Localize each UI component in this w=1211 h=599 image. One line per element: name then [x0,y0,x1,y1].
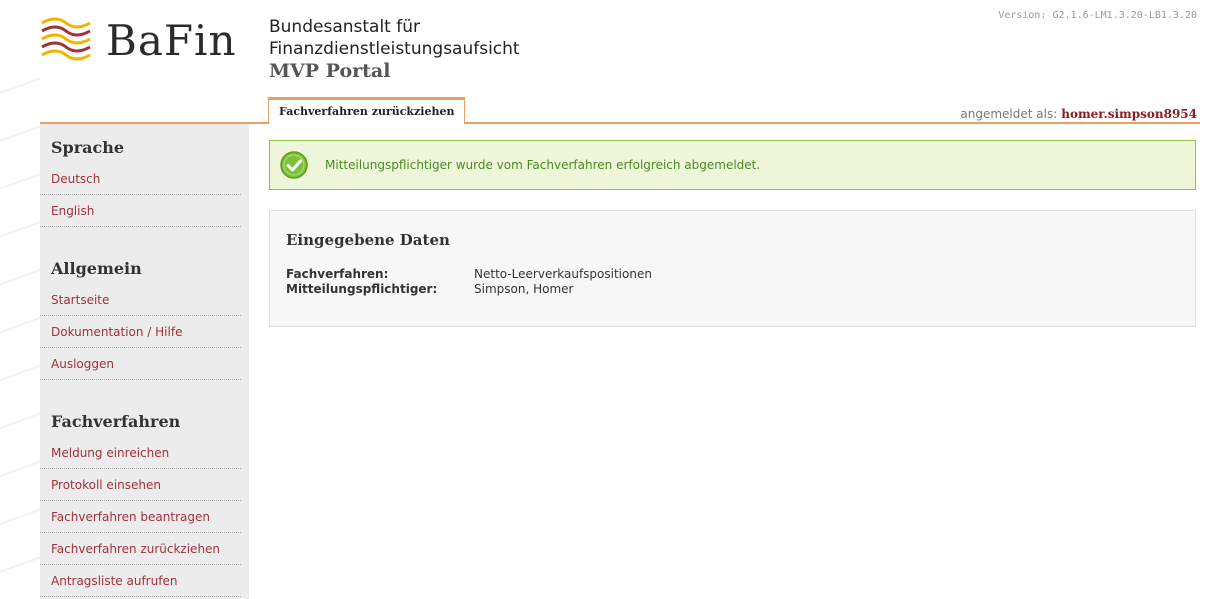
entered-data-panel: Eingegebene Daten Fachverfahren: Netto-L… [269,210,1196,327]
success-message-box: Mitteilungspflichtiger wurde vom Fachver… [269,140,1196,190]
data-row-mitteilungspflichtiger: Mitteilungspflichtiger: Simpson, Homer [286,282,573,296]
success-message-text: Mitteilungspflichtiger wurde vom Fachver… [325,158,761,172]
data-row-fachverfahren: Fachverfahren: Netto-Leerverkaufspositio… [286,267,652,281]
site-title: Bundesanstalt für Finanzdienstleistungsa… [269,16,520,82]
sidebar-item-ausloggen[interactable]: Ausloggen [40,348,241,380]
sidebar-item-fachverfahren-beantragen[interactable]: Fachverfahren beantragen [40,501,241,533]
sidebar-item-protokoll-einsehen[interactable]: Protokoll einsehen [40,469,241,501]
tab-active[interactable]: Fachverfahren zurückziehen [268,97,466,124]
sidebar-heading-allgemein: Allgemein [51,259,142,278]
check-circle-icon [280,151,308,179]
title-line-1: Bundesanstalt für [269,17,420,37]
title-line-2: Finanzdienstleistungsaufsicht [269,39,520,59]
data-value: Simpson, Homer [474,282,574,296]
data-label: Fachverfahren: [286,267,389,281]
data-value: Netto-Leerverkaufspositionen [474,267,652,281]
decorative-background [0,60,40,599]
login-status: angemeldet als: homer.simpson8954 [960,107,1197,121]
sidebar-heading-fachverfahren: Fachverfahren [51,412,181,431]
data-label: Mitteilungspflichtiger: [286,282,438,296]
sidebar-item-antragsliste[interactable]: Antragsliste aufrufen [40,565,241,597]
login-prefix: angemeldet als: [960,107,1058,121]
bafin-wave-logo-icon [41,17,91,61]
login-username[interactable]: homer.simpson8954 [1061,107,1197,121]
bafin-logo[interactable]: BaFin [38,15,237,65]
sidebar-item-deutsch[interactable]: Deutsch [40,163,241,195]
version-info: Version: G2.1.6-LM1.3.20-LB1.3.20 [998,10,1197,21]
sidebar-item-fachverfahren-zurueckziehen[interactable]: Fachverfahren zurückziehen [40,533,241,565]
title-line-3: MVP Portal [269,60,391,82]
sidebar-item-meldung-einreichen[interactable]: Meldung einreichen [40,437,241,469]
sidebar-heading-sprache: Sprache [51,138,125,157]
sidebar-item-dokumentation[interactable]: Dokumentation / Hilfe [40,316,241,348]
sidebar-item-startseite[interactable]: Startseite [40,284,241,316]
logo-text: BaFin [106,15,237,65]
sidebar: Sprache Deutsch English Allgemein Starts… [40,124,249,599]
panel-title: Eingegebene Daten [286,231,450,249]
sidebar-item-english[interactable]: English [40,195,241,227]
